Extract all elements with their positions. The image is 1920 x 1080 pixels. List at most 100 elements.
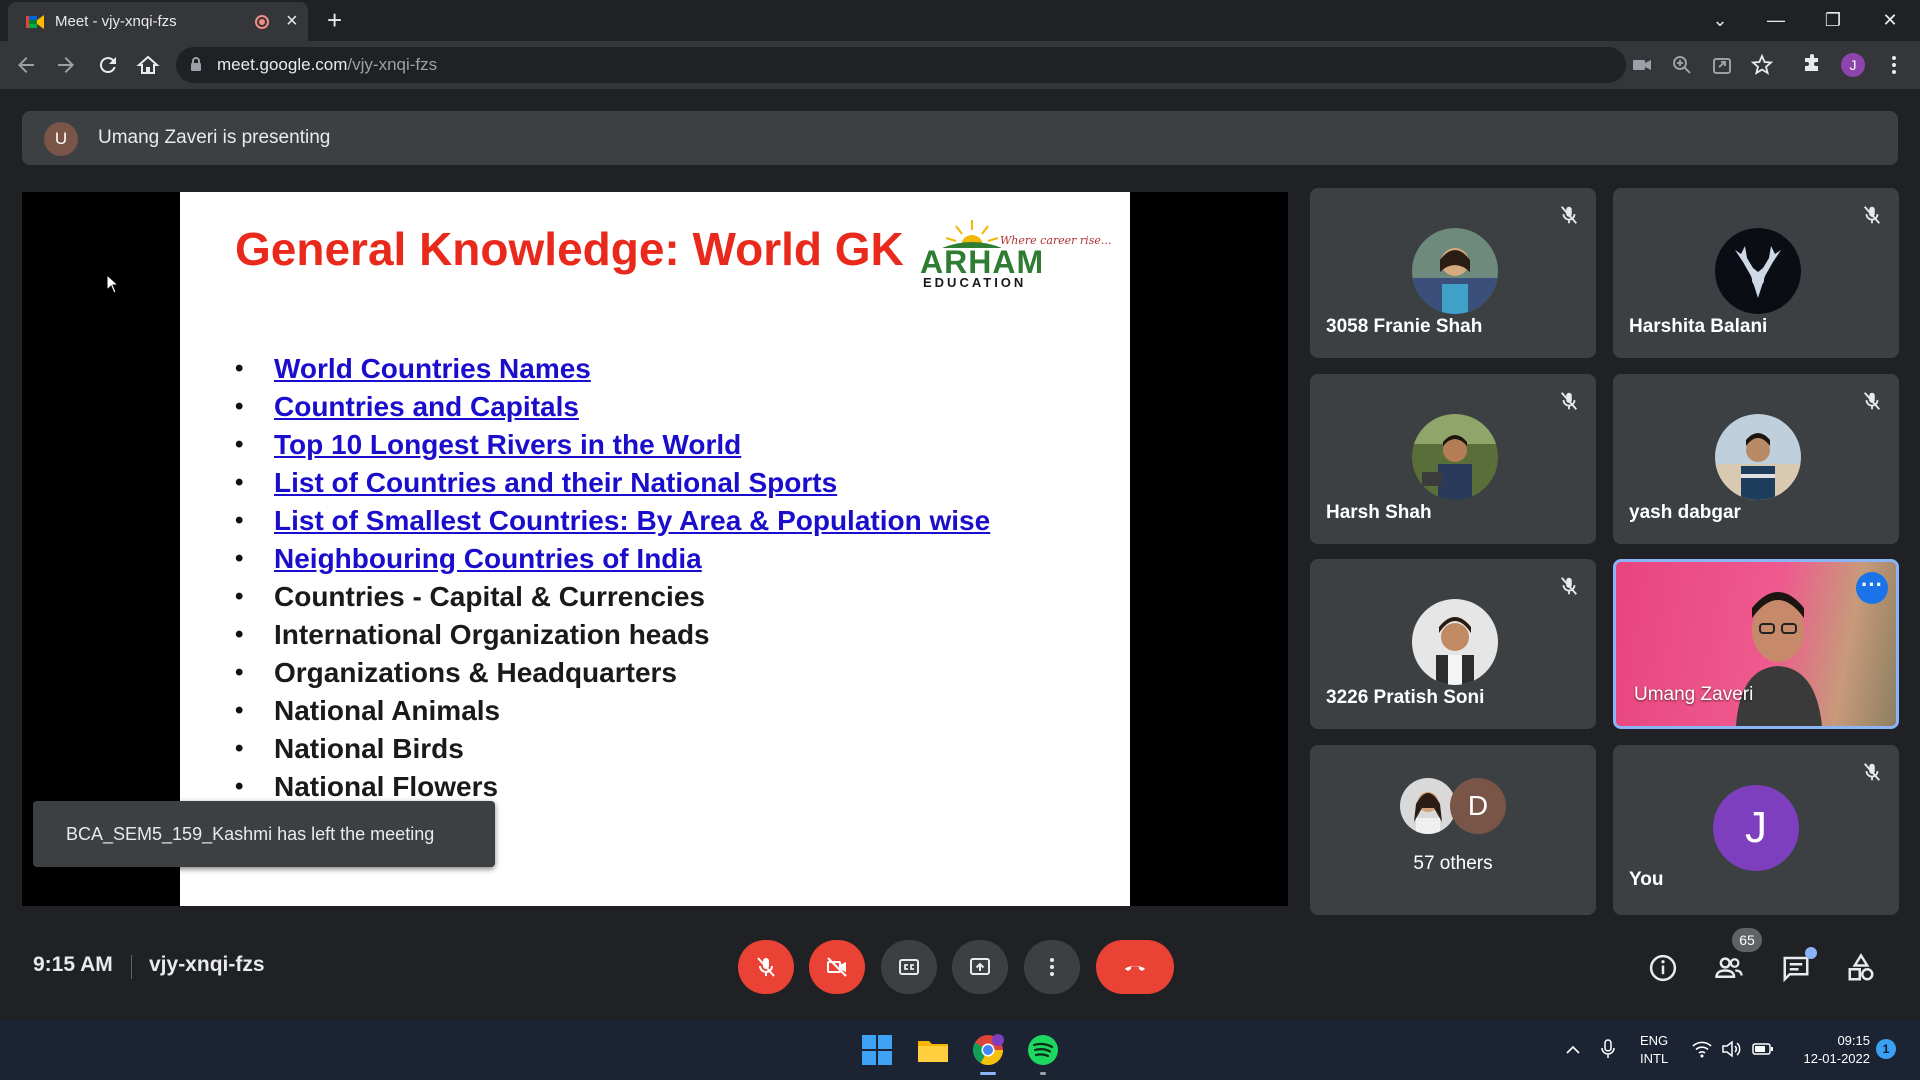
camera-in-use-icon[interactable] xyxy=(1630,53,1654,77)
arham-logo: Where career rise... ARHAM EDUCATION xyxy=(920,218,1111,296)
browser-menu-icon[interactable] xyxy=(1882,53,1906,77)
notification-badge[interactable]: 1 xyxy=(1876,1039,1896,1059)
forward-arrow-icon[interactable] xyxy=(54,53,78,77)
input-language[interactable]: ENG INTL xyxy=(1640,1032,1668,1068)
mic-off-icon xyxy=(1560,392,1578,410)
slide-bullet-item: National Birds xyxy=(235,730,990,768)
more-options-icon[interactable]: ··· xyxy=(1856,572,1888,604)
participant-tile[interactable]: Harsh Shah xyxy=(1310,374,1596,544)
url-path: /vjy-xnqi-fzs xyxy=(347,55,438,74)
microphone-tray-icon[interactable] xyxy=(1600,1039,1616,1059)
slide-link-item[interactable]: List of Smallest Countries: By Area & Po… xyxy=(235,502,990,540)
url-host: meet.google.com xyxy=(217,55,348,74)
chat-unread-dot xyxy=(1805,947,1817,959)
participant-tile-active-speaker[interactable]: ··· Umang Zaveri xyxy=(1613,559,1899,729)
slide-link-item[interactable]: List of Countries and their National Spo… xyxy=(235,464,990,502)
slide-link-item[interactable]: Neighbouring Countries of India xyxy=(235,540,990,578)
language-code: ENG xyxy=(1640,1033,1669,1048)
spotify-icon[interactable] xyxy=(1025,1032,1061,1068)
windows-start-icon[interactable] xyxy=(859,1032,895,1068)
bookmark-star-icon[interactable] xyxy=(1750,53,1774,77)
restore-button[interactable]: ❐ xyxy=(1813,6,1853,34)
new-tab-button[interactable]: + xyxy=(327,6,342,34)
browser-tab-meet[interactable]: Meet - vjy-xnqi-fzs × xyxy=(8,2,308,41)
url-text: meet.google.com/vjy-xnqi-fzs xyxy=(217,55,437,75)
reload-icon[interactable] xyxy=(96,53,120,77)
participant-name: 3226 Pratish Soni xyxy=(1326,687,1485,708)
participant-avatar xyxy=(1412,599,1498,685)
chevron-up-icon[interactable] xyxy=(1565,1042,1581,1058)
participant-count-badge: 65 xyxy=(1732,928,1762,952)
chrome-active-indicator xyxy=(980,1072,996,1075)
minimize-button[interactable]: — xyxy=(1756,6,1796,34)
address-bar[interactable]: meet.google.com/vjy-xnqi-fzs xyxy=(176,47,1626,83)
self-tile[interactable]: J You xyxy=(1613,745,1899,915)
toast-text: BCA_SEM5_159_Kashmi has left the meeting xyxy=(66,824,435,844)
more-options-button[interactable] xyxy=(1024,940,1080,994)
share-page-icon[interactable] xyxy=(1710,53,1734,77)
meeting-details-icon[interactable] xyxy=(1648,953,1678,983)
participant-tile[interactable]: 3226 Pratish Soni xyxy=(1310,559,1596,729)
home-icon[interactable] xyxy=(136,53,160,77)
browser-toolbar: meet.google.com/vjy-xnqi-fzs J xyxy=(0,41,1920,89)
participant-tile[interactable]: yash dabgar xyxy=(1613,374,1899,544)
participant-name: Umang Zaveri xyxy=(1634,684,1754,705)
presenting-banner: U Umang Zaveri is presenting xyxy=(22,111,1898,165)
slide-link-item[interactable]: World Countries Names xyxy=(235,350,990,388)
recording-indicator-icon xyxy=(255,15,269,29)
back-arrow-icon[interactable] xyxy=(14,53,38,77)
keyboard-layout: INTL xyxy=(1640,1051,1669,1066)
participant-tile[interactable]: Harshita Balani xyxy=(1613,188,1899,358)
presenter-avatar: U xyxy=(44,122,78,156)
tab-title: Meet - vjy-xnqi-fzs xyxy=(55,13,177,30)
zoom-icon[interactable] xyxy=(1670,53,1694,77)
slide-bullet-item: Countries - Capital & Currencies xyxy=(235,578,990,616)
participant-name: Harsh Shah xyxy=(1326,502,1432,523)
others-tile[interactable]: D 57 others xyxy=(1310,745,1596,915)
mic-off-icon xyxy=(1560,577,1578,595)
slide: General Knowledge: World GK Where career… xyxy=(180,192,1130,906)
os-taskbar: ENG INTL 09:15 12-01-2022 1 xyxy=(0,1020,1920,1080)
wifi-icon[interactable] xyxy=(1692,1040,1712,1058)
participant-avatar xyxy=(1715,414,1801,500)
others-count: 57 others xyxy=(1413,853,1493,874)
meeting-time: 9:15 AM xyxy=(33,953,113,976)
microphone-toggle-button[interactable] xyxy=(738,940,794,994)
people-icon[interactable] xyxy=(1714,953,1744,983)
profile-avatar[interactable]: J xyxy=(1841,53,1865,77)
participant-avatar xyxy=(1400,778,1456,834)
extensions-puzzle-icon[interactable] xyxy=(1800,53,1824,77)
window-close-button[interactable]: ✕ xyxy=(1870,6,1910,34)
present-now-button[interactable] xyxy=(952,940,1008,994)
mic-off-icon xyxy=(1863,392,1881,410)
battery-icon[interactable] xyxy=(1752,1041,1774,1057)
captions-button[interactable] xyxy=(881,940,937,994)
slide-link-item[interactable]: Top 10 Longest Rivers in the World xyxy=(235,426,990,464)
meeting-code: vjy-xnqi-fzs xyxy=(149,953,265,976)
tab-close-icon[interactable]: × xyxy=(286,11,298,31)
leave-call-button[interactable] xyxy=(1096,940,1174,994)
mic-off-icon xyxy=(1560,206,1578,224)
camera-off-icon xyxy=(827,957,847,977)
chrome-icon[interactable] xyxy=(970,1032,1006,1068)
divider xyxy=(131,955,132,979)
closed-captions-icon xyxy=(899,959,919,975)
activities-icon[interactable] xyxy=(1846,953,1876,983)
slide-bullet-item: International Organization heads xyxy=(235,616,990,654)
tab-search-button[interactable]: ⌄ xyxy=(1700,6,1740,34)
volume-icon[interactable] xyxy=(1721,1040,1741,1058)
mic-off-icon xyxy=(1863,763,1881,781)
meet-favicon-icon xyxy=(26,15,44,29)
presentation-stage[interactable]: General Knowledge: World GK Where career… xyxy=(22,192,1288,906)
mic-off-icon xyxy=(1863,206,1881,224)
participant-name: You xyxy=(1629,869,1664,890)
participant-avatar xyxy=(1412,414,1498,500)
camera-toggle-button[interactable] xyxy=(809,940,865,994)
participant-name: Harshita Balani xyxy=(1629,316,1768,337)
participant-avatar xyxy=(1412,228,1498,314)
participant-tile[interactable]: 3058 Franie Shah xyxy=(1310,188,1596,358)
file-explorer-icon[interactable] xyxy=(915,1032,951,1068)
browser-tab-strip: Meet - vjy-xnqi-fzs × + ⌄ — ❐ ✕ xyxy=(0,0,1920,41)
system-clock[interactable]: 09:15 12-01-2022 xyxy=(1790,1032,1871,1068)
slide-link-item[interactable]: Countries and Capitals xyxy=(235,388,990,426)
